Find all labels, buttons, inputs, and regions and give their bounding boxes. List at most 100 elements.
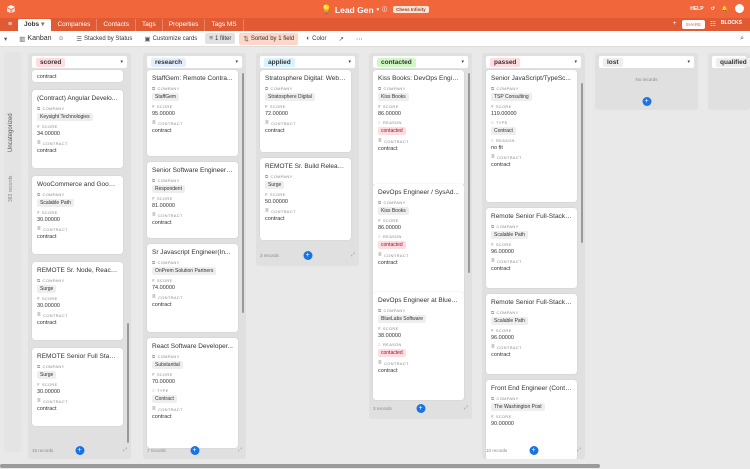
- stack-scrollbar[interactable]: [468, 73, 470, 273]
- expand-icon[interactable]: ⤢: [464, 405, 468, 411]
- record-card[interactable]: StaffGem: Remote Contra... ⧉ COMPANY StaffG…: [147, 70, 238, 156]
- tab-tags-ms[interactable]: Tags MS: [205, 19, 244, 31]
- stack-menu-chevron-icon[interactable]: ▾: [687, 59, 690, 65]
- expand-icon[interactable]: ⤢: [577, 447, 581, 453]
- bell-icon[interactable]: 🔔: [722, 6, 728, 12]
- record-card[interactable]: contract: [32, 70, 123, 82]
- tab-tags[interactable]: Tags: [136, 19, 163, 31]
- field-value-row: contract: [37, 320, 118, 326]
- type-field-icon: ○: [152, 388, 156, 393]
- base-title[interactable]: 💡 Lead Gen ▾ ⓘ Chess Infinity: [321, 4, 429, 15]
- history-icon[interactable]: ↺: [711, 6, 715, 12]
- stack-scrollbar[interactable]: [242, 73, 244, 313]
- stack-header[interactable]: applied ▾: [260, 56, 355, 68]
- record-card[interactable]: Kiss Books: DevOps Engin... ⧉ COMPANY Kiss …: [373, 70, 464, 186]
- stack-menu-chevron-icon[interactable]: ▾: [461, 59, 464, 65]
- record-card[interactable]: (Contract) Angular Develo... ⧉ COMPANY Keys…: [32, 90, 123, 168]
- stack-menu-chevron-icon[interactable]: ▾: [348, 59, 351, 65]
- add-record-button[interactable]: +: [190, 445, 199, 455]
- record-card[interactable]: WooCommerce and Googl... ⧉ COMPANY Scalable…: [32, 176, 123, 254]
- score-field-icon: #: [491, 242, 494, 247]
- chevron-down-icon[interactable]: ▾: [41, 21, 44, 28]
- expand-icon[interactable]: ⤢: [123, 447, 127, 453]
- record-card[interactable]: REMOTE Sr. Node, React, ... ⧉ COMPANY Surge…: [32, 262, 123, 340]
- stack-menu-chevron-icon[interactable]: ▾: [235, 59, 238, 65]
- search-icon[interactable]: ⌕: [740, 35, 744, 43]
- field-chip: BlueLabs Software: [378, 315, 426, 323]
- filter-button[interactable]: ≡ 1 filter: [205, 33, 236, 44]
- field-value: 34.00000: [37, 131, 60, 137]
- stack-scrollbar[interactable]: [127, 323, 129, 443]
- tab-contacts[interactable]: Contacts: [97, 19, 136, 31]
- field-value-row: 96.00000: [491, 335, 572, 341]
- customize-cards-button[interactable]: ▣ Customize cards: [140, 33, 201, 45]
- record-card[interactable]: DevOps Engineer at BlueL... ⧉ COMPANY BlueL…: [373, 292, 464, 400]
- airtable-logo-icon[interactable]: [6, 4, 16, 14]
- stack-applied: applied ▾ Stratosphere Digital: Web ... ⧉ CO…: [256, 53, 359, 266]
- field-label-text: SCORE: [156, 104, 173, 109]
- field-value: 81.00000: [152, 203, 175, 209]
- stack-menu-chevron-icon[interactable]: ▾: [120, 59, 123, 65]
- stack-header[interactable]: qualified: [712, 56, 750, 68]
- contract-field-icon: ≣: [378, 138, 383, 143]
- field-value: 96.00000: [491, 335, 514, 341]
- stack-header[interactable]: contacted ▾: [373, 56, 468, 68]
- record-card[interactable]: DevOps Engineer / SysAd... ⧉ COMPANY Kiss B…: [373, 184, 464, 296]
- more-options-button[interactable]: ⋯: [352, 33, 367, 45]
- expand-icon[interactable]: ⤢: [351, 252, 355, 258]
- stack-menu-chevron-icon[interactable]: ▾: [574, 59, 577, 65]
- stack-header[interactable]: research ▾: [147, 56, 242, 68]
- record-card[interactable]: Senior Software Engineer ... ⧉ COMPANY Resp…: [147, 162, 238, 238]
- stacked-by-button[interactable]: ☰ Stacked by Status: [72, 33, 136, 45]
- field-label: ⧉ COMPANY: [152, 354, 233, 359]
- record-count: 3 records: [373, 405, 392, 411]
- info-icon[interactable]: ⓘ: [382, 6, 387, 13]
- help-link[interactable]: HELP: [690, 6, 703, 12]
- stack-name: scored: [36, 57, 66, 67]
- blocks-button[interactable]: BLOCKS: [721, 20, 742, 29]
- stack-header[interactable]: lost ▾: [599, 56, 694, 68]
- share-button[interactable]: SHARE: [681, 20, 706, 29]
- contract-field-icon: ≣: [152, 406, 157, 411]
- record-card[interactable]: Stratosphere Digital: Web ... ⧉ COMPANY Str…: [260, 70, 351, 152]
- expand-icon[interactable]: ⤢: [238, 447, 242, 453]
- tab-label: Companies: [57, 21, 91, 28]
- apps-icon[interactable]: ☷: [710, 20, 716, 29]
- record-card[interactable]: REMOTE Senior Full Stack... ⧉ COMPANY Surge…: [32, 348, 123, 426]
- record-card[interactable]: React Software Developer... ⧉ COMPANY Subst…: [147, 338, 238, 448]
- horizontal-scrollbar[interactable]: [0, 464, 600, 468]
- tab-companies[interactable]: Companies: [51, 19, 98, 31]
- card-title: DevOps Engineer at BlueL...: [378, 297, 459, 304]
- score-field-icon: #: [265, 104, 268, 109]
- add-record-button[interactable]: +: [416, 403, 425, 413]
- record-card[interactable]: Remote Senior Full-Stack ... ⧉ COMPANY Scal…: [486, 208, 577, 288]
- field-label-text: CONTRACT: [271, 208, 296, 214]
- add-record-button[interactable]: +: [303, 250, 312, 260]
- field-value-row: 96.00000: [491, 249, 572, 255]
- record-card[interactable]: REMOTE Sr. Build Release... ⧉ COMPANY Surge…: [260, 158, 351, 240]
- avatar[interactable]: [735, 4, 744, 13]
- add-table-icon[interactable]: +: [673, 20, 677, 29]
- color-button[interactable]: ◐ Color: [302, 33, 330, 44]
- add-record-button[interactable]: +: [75, 445, 84, 455]
- view-switcher[interactable]: ▥ Kanban ☺: [15, 33, 68, 45]
- add-record-button[interactable]: +: [529, 445, 538, 455]
- stack-header[interactable]: scored ▾: [32, 56, 127, 68]
- share-view-button[interactable]: ↗: [334, 33, 347, 45]
- field-value-row: Scalable Path: [491, 231, 572, 239]
- record-card[interactable]: Sr Javascript Engineer(In... ⧉ COMPANY OnPr…: [147, 244, 238, 332]
- tab-properties[interactable]: Properties: [163, 19, 206, 31]
- add-record-button[interactable]: +: [642, 97, 651, 106]
- record-card[interactable]: Senior JavaScript/TypeSc... ⧉ COMPANY TSP C…: [486, 70, 577, 202]
- card-title: Front End Engineer (Contr...: [491, 385, 572, 392]
- record-card[interactable]: Remote Senior Full-Stack ... ⧉ COMPANY Scal…: [486, 294, 577, 374]
- stack-header[interactable]: passed ▾: [486, 56, 581, 68]
- card-title: Remote Senior Full-Stack ...: [491, 299, 572, 306]
- field-label: # SCORE: [37, 296, 118, 301]
- uncategorized-column-collapsed[interactable]: Uncategorized 383 records: [4, 52, 21, 452]
- views-toggle-button[interactable]: ▾: [0, 33, 11, 45]
- hamburger-menu-icon[interactable]: ≡: [8, 21, 12, 28]
- stack-scrollbar[interactable]: [581, 83, 583, 243]
- tab-jobs[interactable]: Jobs ▾: [18, 19, 52, 31]
- sort-button[interactable]: ⇅ Sorted by 1 field: [239, 32, 299, 45]
